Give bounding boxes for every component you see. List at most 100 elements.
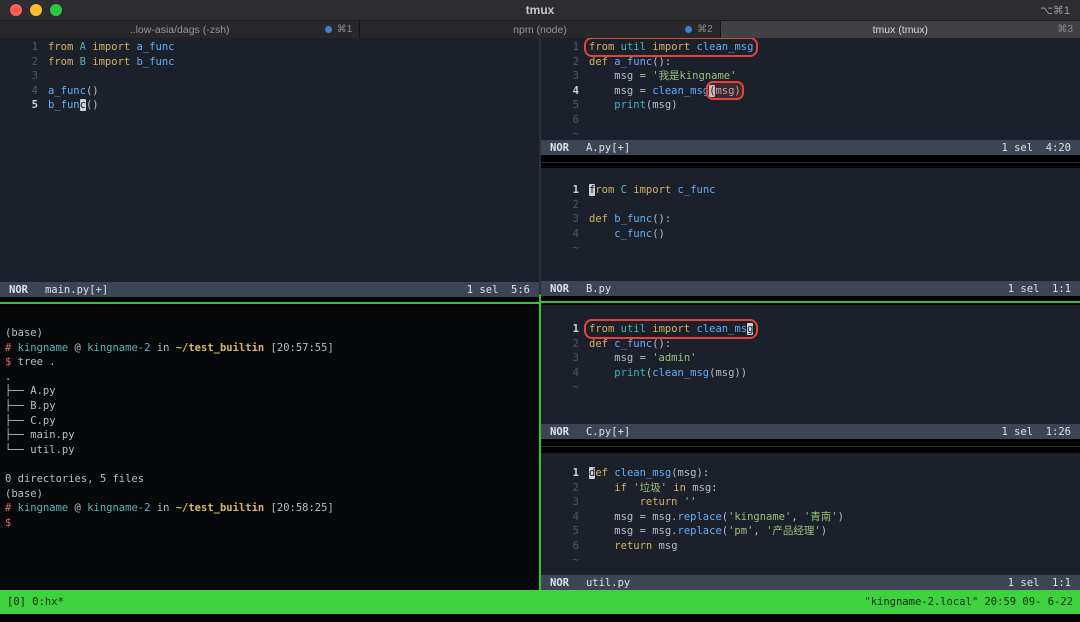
code-token: import bbox=[633, 184, 672, 196]
code-token: ~/test_builtin bbox=[175, 341, 265, 354]
line-number: 5 bbox=[572, 99, 579, 111]
code-area-a-py[interactable]: 1 from util import clean_msg 2 def a_func()… bbox=[541, 38, 1080, 140]
code-token: # bbox=[5, 502, 18, 515]
bottom-gap bbox=[0, 614, 1080, 622]
editor-pane-a-py[interactable]: 1 from util import clean_msg 2 def a_func()… bbox=[541, 38, 1080, 155]
code-token: def bbox=[589, 213, 608, 225]
annotation-box: from util import clean_msg bbox=[583, 38, 759, 56]
pane-border-horizontal[interactable] bbox=[541, 439, 1080, 453]
tab-tmux-tmux[interactable]: tmux (tmux) ⌘3 bbox=[720, 21, 1080, 38]
code-token: c_func bbox=[614, 337, 653, 350]
code-token: return bbox=[614, 539, 653, 552]
code-token: from bbox=[48, 41, 74, 53]
code-token: @ bbox=[68, 502, 88, 515]
cursor-position: 1 sel 4:20 bbox=[1001, 141, 1071, 154]
code-token: (msg): bbox=[671, 467, 710, 479]
code-line: 4 a_func() bbox=[8, 84, 539, 99]
code-token: c_func bbox=[614, 227, 653, 240]
pane-border-horizontal[interactable] bbox=[541, 155, 1080, 168]
code-token: (): bbox=[652, 55, 672, 68]
code-token: import bbox=[652, 41, 691, 53]
tab-shortcut-hint: ⌘2 bbox=[697, 24, 713, 35]
window-title: tmux bbox=[525, 3, 555, 17]
code-area-c-py[interactable]: 1 from util import clean_msg 2 def c_func()… bbox=[541, 305, 1080, 424]
code-token: $ bbox=[5, 356, 18, 369]
code-area-main-py[interactable]: 1 from A import a_func 2 from B import b_fu… bbox=[0, 38, 539, 282]
zoom-button[interactable] bbox=[50, 4, 62, 16]
editor-mode-indicator: NOR bbox=[9, 283, 28, 296]
code-token: ├── main.py bbox=[5, 429, 75, 442]
file-name: C.py[+] bbox=[585, 425, 631, 438]
shell-pane[interactable]: (base) # kingname @ kingname-2 in ~/test_… bbox=[0, 306, 539, 590]
editor-pane-main-py[interactable]: 1 from A import a_func 2 from B import b_fu… bbox=[0, 38, 539, 297]
terminal-output[interactable]: (base) # kingname @ kingname-2 in ~/test_… bbox=[0, 306, 539, 530]
line-number: 6 bbox=[572, 113, 579, 126]
editor-pane-b-py[interactable]: 1 from C import c_func 2 3 def b_func(): 4 c_… bbox=[541, 168, 1080, 296]
code-line: 2 from B import b_func bbox=[8, 55, 539, 70]
code-line: 1 def clean_msg(msg): bbox=[549, 466, 1080, 481]
code-line: 3 def b_func(): bbox=[549, 212, 1080, 227]
code-line: 1 from util import clean_msg bbox=[549, 319, 1080, 338]
code-token: b_func bbox=[136, 55, 175, 68]
code-token: in bbox=[673, 481, 686, 494]
tab-low-asia-dags-zsh[interactable]: ..low-asia/dags (-zsh) ⌘1 bbox=[0, 21, 361, 38]
line-number: 6 bbox=[572, 539, 579, 552]
code-token: , bbox=[791, 510, 804, 523]
line-number: 3 bbox=[572, 213, 579, 225]
window-shortcut-hint: ⌥⌘1 bbox=[1040, 4, 1070, 17]
code-token: msg = msg. bbox=[589, 510, 678, 523]
cursor-block: g bbox=[747, 323, 754, 335]
editor-pane-util-py[interactable]: 1 def clean_msg(msg): 2 if '垃圾' in msg: 3 r… bbox=[541, 453, 1080, 590]
tab-npm-node[interactable]: npm (node) ⌘2 bbox=[360, 21, 721, 38]
statusline-c-py: NOR C.py[+] 1 sel 1:26 bbox=[541, 424, 1080, 439]
pane-border-horizontal-active[interactable] bbox=[541, 296, 1080, 305]
code-token: import bbox=[92, 41, 131, 53]
code-token: () bbox=[652, 227, 665, 240]
code-token: ├── A.py bbox=[5, 385, 56, 398]
code-token: '产品经理' bbox=[766, 525, 821, 537]
code-line: 2 if '垃圾' in msg: bbox=[549, 481, 1080, 496]
line-number: 4 bbox=[31, 84, 38, 97]
line-number: 2 bbox=[572, 55, 579, 68]
code-token: replace bbox=[677, 525, 722, 537]
editor-pane-c-py[interactable]: 1 from util import clean_msg 2 def c_func()… bbox=[541, 305, 1080, 439]
terminal-line: └── util.py bbox=[5, 443, 539, 458]
terminal-line: ├── C.py bbox=[5, 414, 539, 429]
code-token: def bbox=[589, 55, 608, 68]
code-line: 5 msg = msg.replace('pm', '产品经理') bbox=[549, 524, 1080, 539]
code-token: print bbox=[614, 99, 646, 111]
minimize-button[interactable] bbox=[30, 4, 42, 16]
code-token: ~/test_builtin bbox=[175, 502, 265, 515]
pane-border-horizontal[interactable] bbox=[0, 297, 539, 306]
code-area-b-py[interactable]: 1 from C import c_func 2 3 def b_func(): 4 c_… bbox=[541, 168, 1080, 281]
code-token: kingname bbox=[17, 341, 69, 354]
code-token: util bbox=[620, 41, 646, 53]
line-number: 3 bbox=[572, 496, 579, 508]
cursor-position: 1 sel 1:1 bbox=[1007, 576, 1071, 589]
close-button[interactable] bbox=[10, 4, 22, 16]
code-token: a_func bbox=[48, 84, 86, 97]
code-token: print bbox=[614, 366, 646, 379]
file-name: util.py bbox=[585, 576, 631, 589]
code-token: def bbox=[589, 337, 608, 350]
code-line: 5 b_func() bbox=[8, 98, 539, 113]
cursor-position: 1 sel 5:6 bbox=[466, 283, 530, 296]
terminal-line: (base) bbox=[5, 487, 539, 502]
code-token: if bbox=[614, 481, 627, 494]
line-number: 1 bbox=[572, 323, 579, 335]
code-area-util-py[interactable]: 1 def clean_msg(msg): 2 if '垃圾' in msg: 3 r… bbox=[541, 453, 1080, 575]
cursor-position: 1 sel 1:1 bbox=[1007, 282, 1071, 295]
empty-line-tilde: ~ bbox=[572, 554, 579, 566]
editor-mode-indicator: NOR bbox=[550, 141, 569, 154]
line-number: 3 bbox=[572, 70, 579, 82]
code-token: [20:58:25] bbox=[264, 502, 334, 515]
code-line: 4 c_func() bbox=[549, 227, 1080, 242]
code-token: msg: bbox=[685, 481, 718, 494]
code-token: clean_ms bbox=[696, 323, 748, 335]
line-number: 1 bbox=[572, 41, 579, 53]
tab-bar: ..low-asia/dags (-zsh) ⌘1 npm (node) ⌘2 tmux… bbox=[0, 21, 1080, 38]
line-number: 5 bbox=[31, 99, 38, 111]
terminal-line: ├── B.py bbox=[5, 399, 539, 414]
